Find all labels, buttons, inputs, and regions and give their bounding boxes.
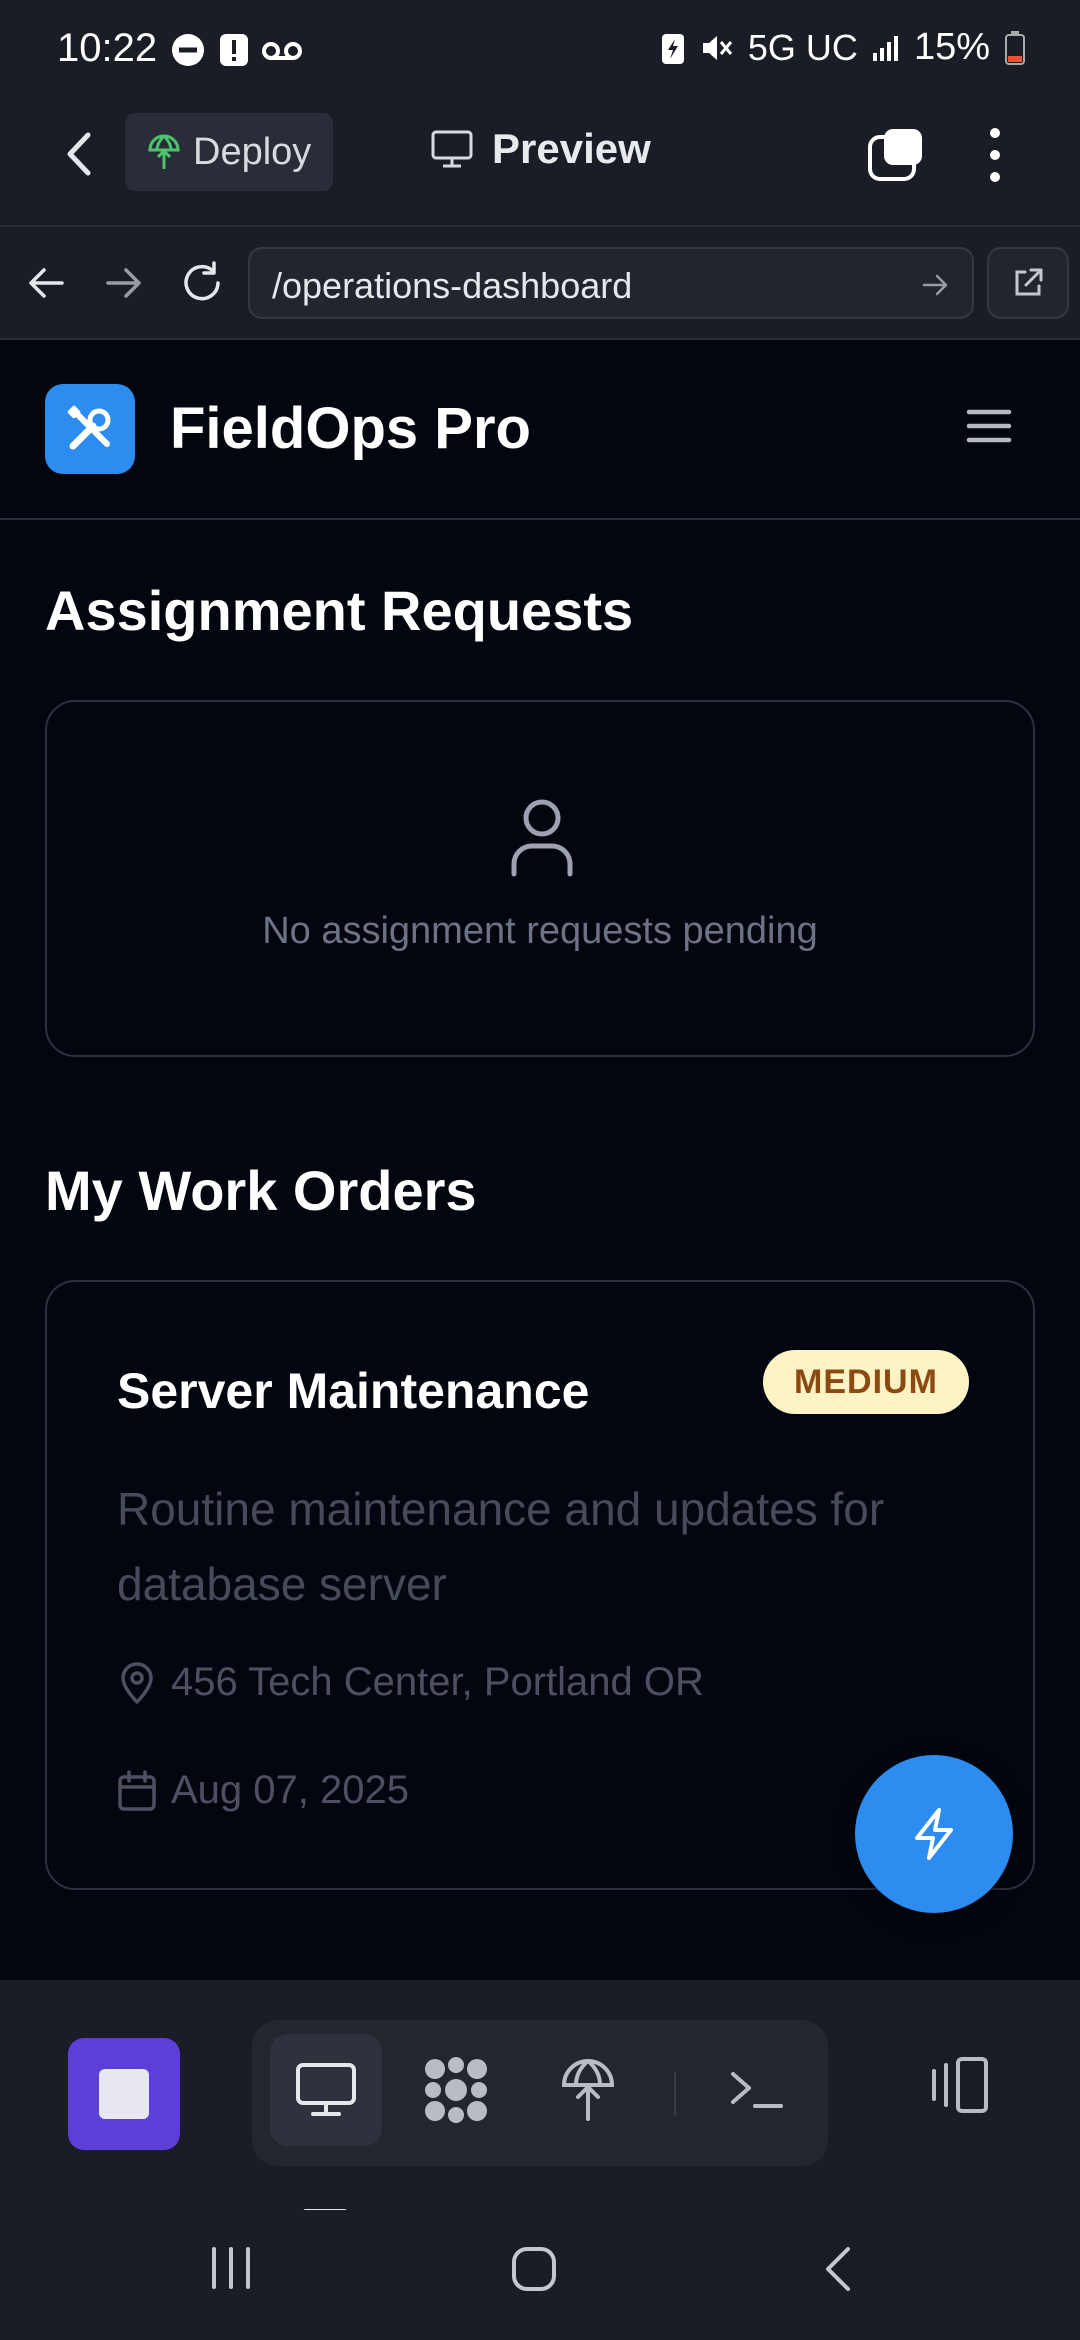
work-order-date: Aug 07, 2025	[117, 1768, 409, 1813]
deploy-label: Deploy	[193, 130, 312, 173]
lightning-icon	[915, 1808, 953, 1860]
url-text: /operations-dashboard	[272, 265, 633, 306]
deploy-icon	[148, 134, 180, 169]
monitor-icon	[431, 130, 473, 168]
status-right: 5G UC 15%	[660, 26, 1026, 69]
system-back-icon[interactable]	[820, 2245, 856, 2293]
battery-saver-icon	[661, 33, 684, 64]
alert-icon	[220, 34, 248, 66]
url-bar: /operations-dashboard	[0, 225, 1080, 340]
tabs-icon[interactable]	[866, 125, 926, 183]
hamburger-menu-icon[interactable]	[966, 406, 1012, 446]
stop-icon	[99, 2069, 149, 2119]
go-arrow-icon[interactable]	[922, 273, 950, 297]
nav-forward-icon[interactable]	[104, 265, 144, 301]
nodes-icon	[425, 2057, 487, 2123]
tool-deploy[interactable]	[532, 2034, 644, 2146]
work-order-description: Routine maintenance and updates for data…	[117, 1483, 885, 1610]
user-icon	[511, 799, 573, 877]
bottom-toolbar	[0, 1980, 1080, 2210]
battery-icon	[1005, 30, 1025, 65]
home-icon[interactable]	[510, 2245, 558, 2293]
url-input[interactable]: /operations-dashboard	[248, 247, 974, 319]
nav-back-icon[interactable]	[26, 265, 66, 301]
mute-icon	[702, 35, 733, 60]
app-logo	[45, 384, 135, 474]
status-time: 10:22	[57, 26, 158, 70]
back-chevron-icon[interactable]	[60, 129, 100, 179]
app-name: FieldOps Pro	[170, 396, 531, 461]
recent-apps-icon[interactable]	[208, 2245, 254, 2291]
dnd-icon	[172, 34, 204, 66]
stop-button[interactable]	[68, 2038, 180, 2150]
signal-icon	[872, 35, 898, 61]
tool-terminal[interactable]	[700, 2034, 812, 2146]
system-nav-bar	[0, 2210, 1080, 2340]
work-orders-title: My Work Orders	[45, 1159, 477, 1222]
tool-nodes[interactable]	[400, 2034, 512, 2146]
status-bar: 10:22 5G UC 15%	[0, 0, 1080, 105]
calendar-icon	[118, 1769, 156, 1811]
battery-percent: 15%	[913, 26, 990, 68]
map-pin-icon	[121, 1661, 153, 1704]
device-toggle-icon[interactable]	[924, 2055, 990, 2115]
tool-separator	[674, 2072, 676, 2116]
refresh-icon[interactable]	[180, 261, 226, 305]
assignment-requests-empty-card: No assignment requests pending	[45, 700, 1035, 1057]
preview-label: Preview	[492, 125, 651, 172]
tool-preview[interactable]	[270, 2034, 382, 2146]
desktop-icon	[296, 2063, 356, 2116]
work-order-title: Server Maintenance	[117, 1363, 590, 1419]
assignment-requests-title: Assignment Requests	[45, 579, 634, 642]
tools-icon	[67, 405, 111, 450]
quick-action-button[interactable]	[855, 1755, 1013, 1913]
preview-tab[interactable]: Preview	[430, 125, 651, 173]
empty-state-text: No assignment requests pending	[262, 910, 818, 952]
terminal-icon	[731, 2072, 783, 2108]
tool-group	[252, 2020, 828, 2166]
voicemail-icon	[262, 42, 302, 60]
date-text: Aug 07, 2025	[171, 1768, 409, 1812]
external-link-icon	[1015, 268, 1043, 296]
open-external-button[interactable]	[987, 247, 1069, 319]
app-bar: Deploy Preview	[0, 105, 1080, 225]
work-order-location: 456 Tech Center, Portland OR	[117, 1660, 704, 1705]
deploy-button[interactable]: Deploy	[125, 113, 333, 191]
priority-badge: MEDIUM	[763, 1350, 969, 1414]
location-text: 456 Tech Center, Portland OR	[171, 1660, 704, 1704]
network-type: 5G UC	[747, 26, 858, 68]
deploy-tool-icon	[561, 2059, 615, 2121]
app-header: FieldOps Pro	[0, 340, 1080, 520]
more-vertical-icon[interactable]	[985, 125, 1005, 185]
